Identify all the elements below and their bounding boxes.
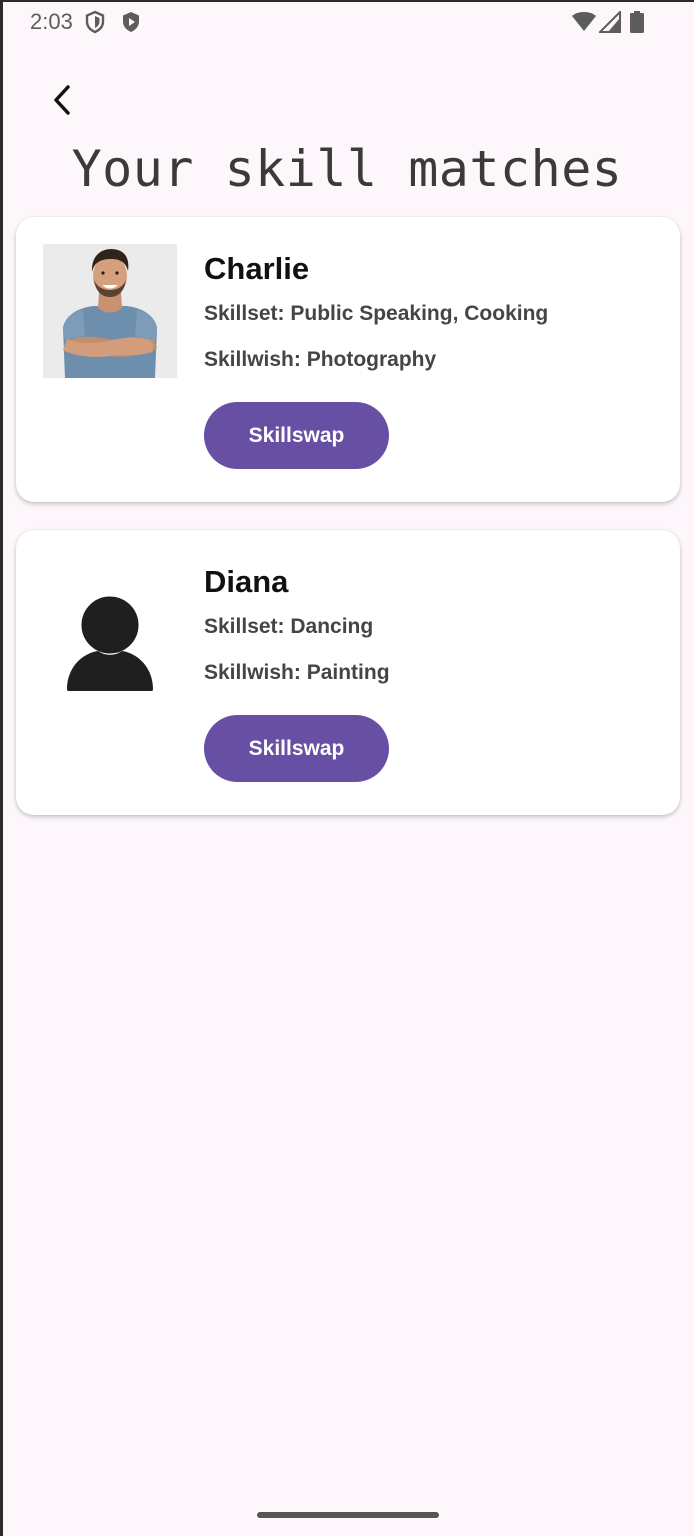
skillwish-text: Skillwish: Photography	[204, 348, 437, 371]
match-name: Diana	[204, 564, 289, 599]
status-time: 2:03	[30, 9, 73, 34]
default-person-icon	[43, 557, 177, 700]
battery-icon	[630, 11, 644, 38]
play-shield-icon	[120, 10, 142, 39]
screen-border-left	[0, 0, 3, 1536]
skillswap-button[interactable]: Skillswap	[204, 402, 389, 469]
wifi-icon	[571, 11, 597, 38]
skillswap-button[interactable]: Skillswap	[204, 715, 389, 782]
back-button[interactable]	[38, 78, 86, 126]
match-card-charlie: Charlie Skillset: Public Speaking, Cooki…	[16, 217, 680, 502]
match-name: Charlie	[204, 251, 310, 286]
avatar-photo	[43, 244, 177, 378]
skillset-text: Skillset: Dancing	[204, 615, 374, 638]
signal-icon	[597, 9, 621, 38]
shield-icon	[84, 10, 106, 39]
home-indicator[interactable]	[257, 1512, 439, 1518]
status-bar: 2:03	[0, 0, 694, 44]
skillset-text: Skillset: Public Speaking, Cooking	[204, 302, 549, 325]
page-title: Your skill matches	[71, 140, 623, 198]
skillwish-text: Skillwish: Painting	[204, 661, 390, 684]
match-card-diana: Diana Skillset: Dancing Skillwish: Paint…	[16, 530, 680, 815]
chevron-left-icon	[50, 84, 74, 121]
